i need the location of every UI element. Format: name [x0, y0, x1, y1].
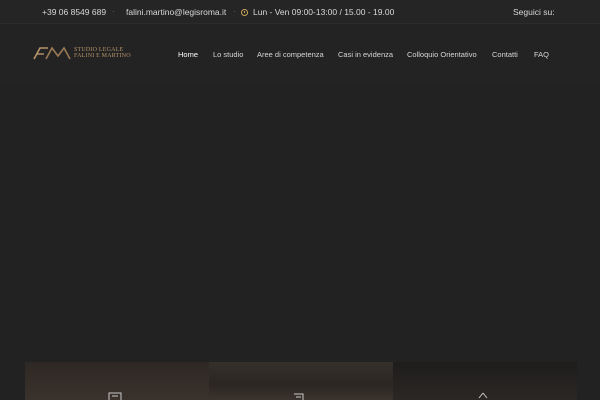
main-nav: Home Lo studio Aree di competenza Casi i…	[0, 50, 600, 62]
nav-item-casi-in-evidenza[interactable]: Casi in evidenza	[338, 50, 393, 59]
nav-item-home[interactable]: Home	[178, 50, 198, 59]
scroll-icon	[294, 393, 304, 400]
service-cards	[25, 362, 577, 400]
nav-item-aree-di-competenza[interactable]: Aree di competenza	[257, 50, 324, 59]
separator: ·	[112, 7, 115, 16]
top-bar: +39 06 8549 689 · falini.martino@legisro…	[0, 0, 600, 24]
opening-hours: Lun - Ven 09:00-13:00 / 15.00 - 19.00	[241, 7, 394, 17]
site-header: STUDIO LEGALE FALINI E MARTINO Home Lo s…	[0, 25, 600, 82]
clock-icon	[241, 8, 248, 16]
service-card[interactable]	[393, 362, 577, 400]
social-label: Seguici su:	[513, 7, 555, 17]
scales-icon	[478, 392, 488, 399]
service-card[interactable]	[25, 362, 209, 400]
nav-item-contatti[interactable]: Contatti	[492, 50, 518, 59]
email-link[interactable]: falini.martino@legisroma.it	[126, 7, 226, 17]
phone-number[interactable]: +39 06 8549 689	[42, 7, 106, 17]
nav-item-faq[interactable]: FAQ	[534, 50, 549, 59]
nav-item-lo-studio[interactable]: Lo studio	[213, 50, 243, 59]
service-card[interactable]	[209, 362, 393, 400]
separator: ·	[233, 7, 236, 16]
hero-section	[0, 82, 600, 400]
opening-hours-text: Lun - Ven 09:00-13:00 / 15.00 - 19.00	[253, 7, 395, 17]
document-icon	[108, 392, 122, 400]
nav-item-colloquio-orientativo[interactable]: Colloquio Orientativo	[407, 50, 477, 59]
